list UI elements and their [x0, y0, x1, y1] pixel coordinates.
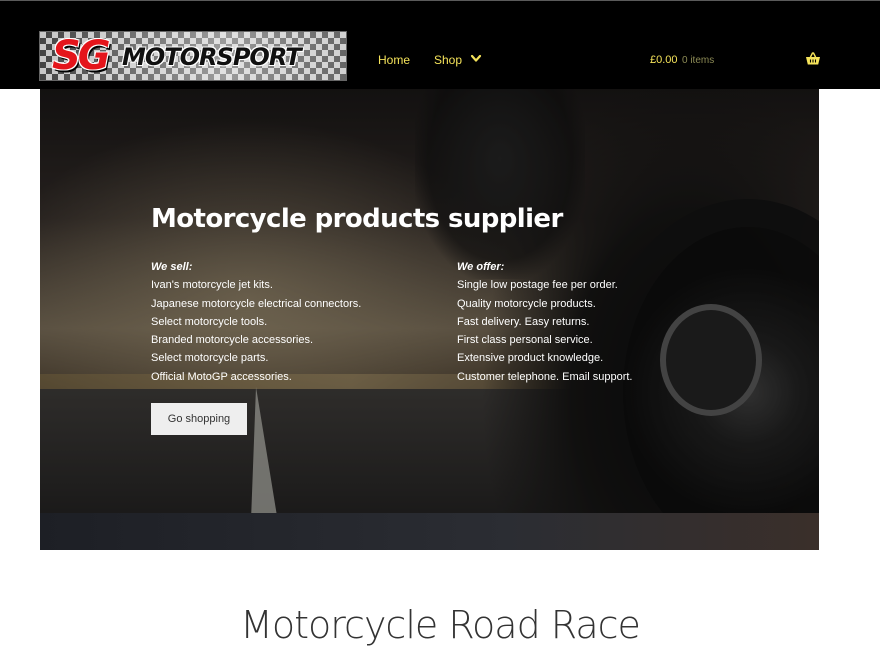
list-item: Ivan's motorcycle jet kits.: [151, 279, 273, 292]
nav-home-link[interactable]: Home: [378, 52, 410, 68]
list-item: Extensive product knowledge.: [457, 352, 604, 365]
list-item: First class personal service.: [457, 334, 593, 347]
hero-bottom-strip: [40, 513, 819, 550]
section-title: Motorcycle Road Race: [240, 603, 641, 647]
cart-total[interactable]: £0.00: [650, 53, 678, 67]
list-item: Fast delivery. Easy returns.: [457, 315, 590, 328]
cart-item-count[interactable]: 0 items: [682, 54, 714, 68]
site-logo[interactable]: SG MOTORSPORT: [39, 31, 347, 81]
basket-icon[interactable]: [805, 51, 821, 67]
we-offer-heading: We offer:: [457, 261, 505, 273]
list-item: Customer telephone. Email support.: [457, 370, 633, 383]
we-sell-list: We sell: Ivan's motorcycle jet kits. Jap…: [151, 258, 361, 386]
chevron-down-icon[interactable]: [470, 52, 482, 66]
list-item: Quality motorcycle products.: [457, 297, 596, 310]
logo-motorsport-text: MOTORSPORT: [122, 43, 302, 71]
hero-title: Motorcycle products supplier: [151, 204, 563, 234]
nav-shop-link[interactable]: Shop: [434, 52, 462, 68]
list-item: Single low postage fee per order.: [457, 279, 618, 292]
we-sell-heading: We sell:: [151, 261, 193, 273]
site-header: SG MOTORSPORT Home Shop £0.00 0 items: [0, 0, 880, 89]
list-item: Branded motorcycle accessories.: [151, 334, 314, 347]
header-top-border: [0, 0, 880, 1]
logo-sg-text: SG: [52, 33, 111, 79]
list-item: Official MotoGP accessories.: [151, 370, 292, 383]
we-offer-list: We offer: Single low postage fee per ord…: [457, 258, 632, 386]
list-item: Select motorcycle parts.: [151, 352, 269, 365]
list-item: Japanese motorcycle electrical connector…: [151, 297, 362, 310]
list-item: Select motorcycle tools.: [151, 315, 268, 328]
go-shopping-button[interactable]: Go shopping: [151, 403, 247, 435]
